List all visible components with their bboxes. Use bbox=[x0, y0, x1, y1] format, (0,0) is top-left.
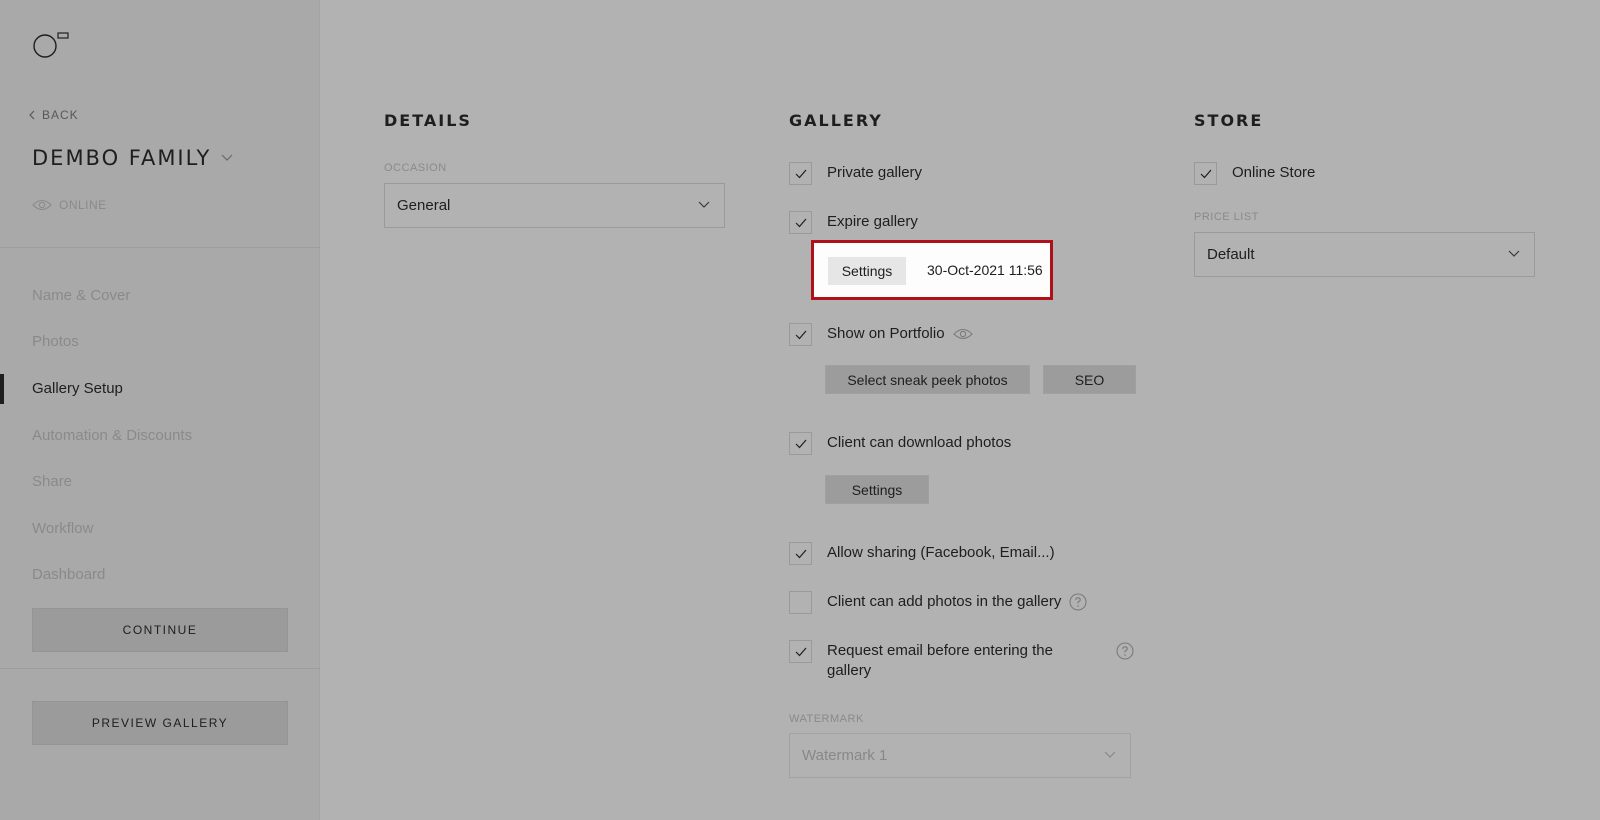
online-store-label: Online Store bbox=[1232, 164, 1316, 181]
gallery-status: ONLINE bbox=[32, 198, 107, 212]
price-list-label: PRICE LIST bbox=[1194, 211, 1259, 223]
details-section-title: DETAILS bbox=[384, 111, 472, 130]
show-on-portfolio-text: Show on Portfolio bbox=[827, 325, 945, 342]
show-on-portfolio-checkbox[interactable] bbox=[789, 323, 812, 346]
allow-sharing-label: Allow sharing (Facebook, Email...) bbox=[827, 544, 1055, 561]
sidebar-item-label: Automation & Discounts bbox=[32, 426, 193, 444]
client-download-label: Client can download photos bbox=[827, 434, 1012, 451]
sidebar-item-share[interactable]: Share bbox=[0, 458, 320, 505]
preview-gallery-button[interactable]: PREVIEW GALLERY bbox=[32, 701, 288, 745]
seo-button[interactable]: SEO bbox=[1043, 365, 1136, 394]
download-settings-button[interactable]: Settings bbox=[825, 475, 929, 504]
sidebar-item-name-cover[interactable]: Name & Cover bbox=[0, 272, 320, 319]
client-add-photos-checkbox[interactable] bbox=[789, 591, 812, 614]
sidebar: BACK DEMBO FAMILY ONLINE Name & Cover Ph… bbox=[0, 0, 320, 820]
back-label: BACK bbox=[42, 108, 79, 122]
client-download-checkbox[interactable] bbox=[789, 432, 812, 455]
app-logo-icon[interactable] bbox=[32, 32, 72, 62]
sidebar-item-label: Photos bbox=[32, 333, 79, 351]
sidebar-divider bbox=[0, 668, 320, 669]
sidebar-item-label: Dashboard bbox=[32, 566, 106, 584]
checkmark-icon bbox=[795, 549, 806, 558]
chevron-down-icon bbox=[1508, 250, 1520, 257]
occasion-value: General bbox=[397, 197, 451, 214]
sidebar-item-workflow[interactable]: Workflow bbox=[0, 505, 320, 552]
store-section-title: STORE bbox=[1194, 111, 1264, 130]
expire-gallery-option: Expire gallery bbox=[789, 211, 918, 234]
sidebar-item-dashboard[interactable]: Dashboard bbox=[0, 552, 320, 599]
eye-icon bbox=[32, 199, 52, 211]
online-store-option: Online Store bbox=[1194, 162, 1315, 185]
expire-gallery-label: Expire gallery bbox=[827, 213, 918, 230]
expire-settings-button[interactable]: Settings bbox=[828, 257, 906, 285]
occasion-select[interactable]: General bbox=[384, 183, 725, 228]
checkmark-icon bbox=[795, 647, 806, 656]
occasion-label: OCCASION bbox=[384, 162, 447, 174]
private-gallery-label: Private gallery bbox=[827, 164, 923, 181]
client-add-photos-label: Client can add photos in the gallery bbox=[827, 592, 1087, 612]
sidebar-item-label: Workflow bbox=[32, 519, 94, 537]
expire-date: 30-Oct-2021 11:56 bbox=[927, 262, 1043, 278]
price-list-select[interactable]: Default bbox=[1194, 232, 1535, 277]
gallery-name: DEMBO FAMILY bbox=[32, 146, 212, 170]
help-icon[interactable] bbox=[1116, 642, 1134, 660]
continue-button[interactable]: CONTINUE bbox=[32, 608, 288, 652]
select-sneak-peek-button[interactable]: Select sneak peek photos bbox=[825, 365, 1030, 394]
request-email-option: Request email before entering the galler… bbox=[789, 640, 1134, 681]
checkmark-icon bbox=[795, 169, 806, 178]
checkmark-icon bbox=[795, 439, 806, 448]
request-email-label: Request email before entering the galler… bbox=[827, 642, 1053, 679]
allow-sharing-option: Allow sharing (Facebook, Email...) bbox=[789, 542, 1055, 565]
chevron-down-icon bbox=[221, 154, 233, 161]
chevron-down-icon bbox=[1104, 751, 1116, 758]
sidebar-item-gallery-setup[interactable]: Gallery Setup bbox=[0, 365, 320, 412]
sidebar-item-label: Share bbox=[32, 473, 73, 491]
client-add-photos-option: Client can add photos in the gallery bbox=[789, 591, 1087, 614]
checkmark-icon bbox=[795, 218, 806, 227]
watermark-value: Watermark 1 bbox=[802, 747, 888, 764]
show-on-portfolio-option: Show on Portfolio bbox=[789, 323, 973, 346]
private-gallery-checkbox[interactable] bbox=[789, 162, 812, 185]
sidebar-item-label: Gallery Setup bbox=[32, 379, 123, 397]
gallery-name-dropdown[interactable]: DEMBO FAMILY bbox=[32, 146, 233, 170]
chevron-down-icon bbox=[698, 201, 710, 208]
price-list-value: Default bbox=[1207, 246, 1255, 263]
request-email-checkbox[interactable] bbox=[789, 640, 812, 663]
sidebar-item-photos[interactable]: Photos bbox=[0, 319, 320, 366]
back-link[interactable]: BACK bbox=[28, 108, 79, 122]
client-download-option: Client can download photos bbox=[789, 432, 1011, 455]
gallery-section-title: GALLERY bbox=[789, 111, 883, 130]
private-gallery-option: Private gallery bbox=[789, 162, 922, 185]
watermark-label: WATERMARK bbox=[789, 713, 864, 725]
client-add-photos-text: Client can add photos in the gallery bbox=[827, 593, 1062, 610]
chevron-left-icon bbox=[29, 110, 35, 120]
checkmark-icon bbox=[795, 330, 806, 339]
sidebar-item-label: Name & Cover bbox=[32, 286, 131, 304]
eye-icon[interactable] bbox=[952, 328, 973, 340]
status-label: ONLINE bbox=[59, 198, 107, 212]
sidebar-item-automation-discounts[interactable]: Automation & Discounts bbox=[0, 412, 320, 459]
online-store-checkbox[interactable] bbox=[1194, 162, 1217, 185]
checkmark-icon bbox=[1200, 169, 1211, 178]
show-on-portfolio-label: Show on Portfolio bbox=[827, 324, 973, 344]
expire-settings-panel: Settings 30-Oct-2021 11:56 bbox=[811, 240, 1053, 300]
expire-gallery-checkbox[interactable] bbox=[789, 211, 812, 234]
watermark-select[interactable]: Watermark 1 bbox=[789, 733, 1131, 778]
sidebar-nav: Name & Cover Photos Gallery Setup Automa… bbox=[0, 272, 320, 598]
help-icon[interactable] bbox=[1069, 593, 1087, 611]
sidebar-divider bbox=[0, 247, 320, 248]
allow-sharing-checkbox[interactable] bbox=[789, 542, 812, 565]
